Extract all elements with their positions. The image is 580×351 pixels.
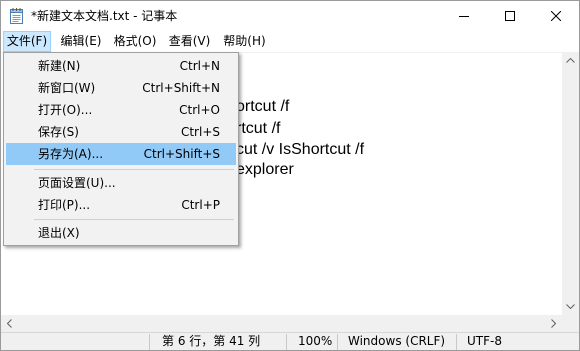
menu-item-label: 保存(S) — [38, 125, 79, 139]
zoom-level: 100% — [298, 334, 333, 348]
menu-edit[interactable]: 编辑(E) — [56, 31, 106, 52]
status-divider — [337, 334, 338, 350]
notepad-window: *新建文本文档.txt - 记事本 文件(F) 编辑(E) 格式(O) 查看(V… — [0, 0, 580, 351]
editor-line: rtcut /f — [236, 120, 281, 137]
vertical-scrollbar[interactable] — [562, 52, 579, 315]
menu-item-label: 打开(O)... — [38, 103, 93, 117]
menu-item-exit[interactable]: 退出(X) — [6, 222, 236, 244]
menu-bar: 文件(F) 编辑(E) 格式(O) 查看(V) 帮助(H) — [1, 31, 579, 52]
menu-item-new[interactable]: 新建(N) Ctrl+N — [6, 55, 236, 77]
maximize-button[interactable] — [487, 1, 533, 31]
editor-line: ortcut /f — [236, 98, 290, 115]
editor-line: cut /v IsShortcut /f — [236, 141, 365, 158]
menu-view[interactable]: 查看(V) — [164, 31, 215, 52]
menu-item-open[interactable]: 打开(O)... Ctrl+O — [6, 99, 236, 121]
line-ending: Windows (CRLF) — [348, 334, 446, 348]
encoding: UTF-8 — [467, 334, 502, 348]
file-menu-dropdown: 新建(N) Ctrl+N 新窗口(W) Ctrl+Shift+N 打开(O)..… — [3, 52, 239, 246]
scroll-up-button[interactable] — [562, 52, 579, 69]
chevron-left-icon — [7, 319, 12, 328]
status-divider — [286, 334, 287, 350]
menu-item-new-window[interactable]: 新窗口(W) Ctrl+Shift+N — [6, 77, 236, 99]
menu-item-print[interactable]: 打印(P)... Ctrl+P — [6, 194, 236, 216]
menu-item-shortcut: Ctrl+O — [179, 103, 220, 117]
notepad-icon — [10, 8, 23, 24]
close-button[interactable] — [533, 1, 579, 31]
menu-item-label: 退出(X) — [38, 226, 80, 240]
menu-item-save[interactable]: 保存(S) Ctrl+S — [6, 121, 236, 143]
menu-item-page-setup[interactable]: 页面设置(U)... — [6, 172, 236, 194]
menu-item-shortcut: Ctrl+P — [181, 198, 220, 212]
scroll-left-button[interactable] — [1, 315, 18, 332]
scroll-down-button[interactable] — [562, 298, 579, 315]
window-title: *新建文本文档.txt - 记事本 — [31, 9, 178, 23]
status-bar: 第 6 行，第 41 列 100% Windows (CRLF) UTF-8 — [1, 332, 579, 350]
menu-help[interactable]: 帮助(H) — [219, 31, 270, 52]
status-divider — [149, 334, 150, 350]
close-icon — [551, 11, 561, 21]
chevron-down-icon — [566, 304, 575, 309]
menu-item-label: 另存为(A)... — [38, 147, 104, 161]
menu-item-shortcut: Ctrl+Shift+N — [142, 81, 220, 95]
horizontal-scrollbar[interactable] — [1, 315, 562, 332]
menu-item-label: 打印(P)... — [38, 198, 91, 212]
cursor-position: 第 6 行，第 41 列 — [162, 334, 261, 348]
editor-line: explorer — [236, 161, 294, 178]
maximize-icon — [505, 11, 515, 21]
menu-item-label: 页面设置(U)... — [38, 176, 116, 190]
status-divider — [456, 334, 457, 350]
menu-separator — [34, 219, 234, 220]
chevron-right-icon — [551, 319, 556, 328]
menu-item-shortcut: Ctrl+S — [180, 125, 220, 139]
minimize-icon — [459, 16, 469, 17]
menu-item-label: 新窗口(W) — [38, 81, 96, 95]
menu-item-shortcut: Ctrl+Shift+S — [143, 147, 220, 161]
scroll-right-button[interactable] — [545, 315, 562, 332]
chevron-up-icon — [566, 58, 575, 63]
menu-item-label: 新建(N) — [38, 59, 81, 73]
menu-file[interactable]: 文件(F) — [3, 31, 51, 52]
minimize-button[interactable] — [441, 1, 487, 31]
menu-item-save-as[interactable]: 另存为(A)... Ctrl+Shift+S — [6, 143, 236, 165]
menu-separator — [34, 169, 234, 170]
menu-format[interactable]: 格式(O) — [109, 31, 161, 52]
menu-item-shortcut: Ctrl+N — [179, 59, 220, 73]
title-bar[interactable]: *新建文本文档.txt - 记事本 — [1, 1, 579, 31]
scrollbar-corner — [562, 315, 579, 332]
